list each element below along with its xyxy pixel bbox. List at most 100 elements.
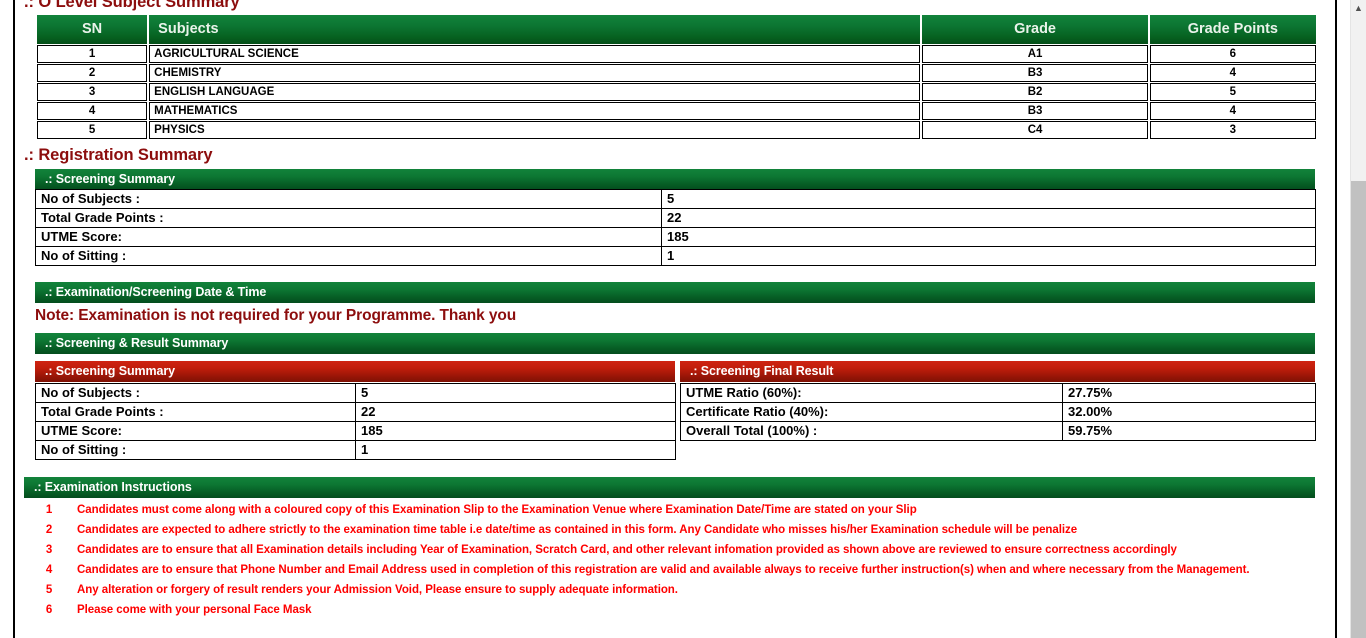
table-row: 4 MATHEMATICS B3 4: [37, 102, 1316, 120]
cell-subject: MATHEMATICS: [149, 102, 921, 120]
list-item: 4 Candidates are to ensure that Phone Nu…: [35, 560, 1315, 580]
olevel-section-title: .: O Level Subject Summary: [24, 0, 240, 11]
kv-value: 1: [355, 440, 676, 460]
instruction-text: Candidates are to ensure that Phone Numb…: [77, 564, 1250, 576]
cell-sn: 2: [37, 64, 148, 82]
screening-summary-result-table: No of Subjects : 5 Total Grade Points : …: [35, 383, 676, 460]
kv-value: 5: [355, 383, 676, 403]
cell-grade-points: 4: [1149, 64, 1316, 82]
scrollbar-thumb[interactable]: [1351, 181, 1366, 638]
cell-grade-points: 6: [1149, 45, 1316, 63]
cell-sn: 1: [37, 45, 148, 63]
kv-value: 27.75%: [1062, 383, 1316, 403]
cell-sn: 5: [37, 121, 148, 139]
cell-subject: ENGLISH LANGUAGE: [149, 83, 921, 101]
table-row: Overall Total (100%) : 59.75%: [680, 421, 1316, 441]
table-row: UTME Ratio (60%): 27.75%: [680, 383, 1316, 403]
screening-result-summary-bar: .: Screening & Result Summary: [35, 333, 1315, 354]
registration-summary-table: No of Subjects : 5 Total Grade Points : …: [35, 189, 1316, 266]
screening-final-result-header: .: Screening Final Result: [680, 361, 1315, 382]
table-row: UTME Score: 185: [35, 227, 1316, 247]
screening-final-result-table: UTME Ratio (60%): 27.75% Certificate Rat…: [680, 383, 1316, 441]
instruction-text: Candidates must come along with a colour…: [77, 504, 917, 516]
kv-label: No of Sitting :: [35, 246, 662, 266]
cell-grade: B3: [922, 102, 1148, 120]
table-row: 2 CHEMISTRY B3 4: [37, 64, 1316, 82]
list-item: 5 Any alteration or forgery of result re…: [35, 580, 1315, 600]
olevel-subject-table: SN Subjects Grade Grade Points 1 AGRICUL…: [35, 14, 1318, 140]
instruction-number: 3: [45, 544, 53, 556]
table-row: 5 PHYSICS C4 3: [37, 121, 1316, 139]
cell-sn: 4: [37, 102, 148, 120]
examination-instructions-list: 1 Candidates must come along with a colo…: [35, 500, 1315, 620]
instruction-number: 6: [45, 604, 53, 616]
instruction-text: Please come with your personal Face Mask: [77, 604, 312, 616]
table-header-row: SN Subjects Grade Grade Points: [37, 15, 1316, 44]
col-header-grade: Grade: [922, 15, 1148, 44]
table-row: Certificate Ratio (40%): 32.00%: [680, 402, 1316, 422]
table-row: Total Grade Points : 22: [35, 208, 1316, 228]
exam-date-bar: .: Examination/Screening Date & Time: [35, 282, 1315, 303]
kv-label: Certificate Ratio (40%):: [680, 402, 1063, 422]
instruction-number: 5: [45, 584, 53, 596]
kv-label: Total Grade Points :: [35, 402, 356, 422]
cell-grade-points: 4: [1149, 102, 1316, 120]
scroll-up-arrow-icon[interactable]: ▲: [1351, 0, 1366, 16]
instruction-text: Candidates are to ensure that all Examin…: [77, 544, 1177, 556]
table-row: UTME Score: 185: [35, 421, 676, 441]
instruction-number: 4: [45, 564, 53, 576]
col-header-grade-points: Grade Points: [1149, 15, 1316, 44]
kv-value: 22: [355, 402, 676, 422]
cell-grade: B2: [922, 83, 1148, 101]
table-row: 3 ENGLISH LANGUAGE B2 5: [37, 83, 1316, 101]
screening-summary-bar: .: Screening Summary: [35, 169, 1315, 190]
list-item: 2 Candidates are expected to adhere stri…: [35, 520, 1315, 540]
cell-grade: A1: [922, 45, 1148, 63]
table-row: No of Sitting : 1: [35, 246, 1316, 266]
table-row: No of Subjects : 5: [35, 189, 1316, 209]
kv-label: UTME Score:: [35, 227, 662, 247]
cell-subject: PHYSICS: [149, 121, 921, 139]
exam-slip-page: .: O Level Subject Summary SN Subjects G…: [0, 0, 1366, 638]
instruction-text: Any alteration or forgery of result rend…: [77, 584, 678, 596]
instruction-text: Candidates are expected to adhere strict…: [77, 524, 1078, 536]
table-row: No of Sitting : 1: [35, 440, 676, 460]
table-row: No of Subjects : 5: [35, 383, 676, 403]
cell-subject: CHEMISTRY: [149, 64, 921, 82]
cell-sn: 3: [37, 83, 148, 101]
cell-grade-points: 3: [1149, 121, 1316, 139]
kv-label: UTME Ratio (60%):: [680, 383, 1063, 403]
kv-value: 185: [355, 421, 676, 441]
kv-label: No of Sitting :: [35, 440, 356, 460]
kv-label: UTME Score:: [35, 421, 356, 441]
col-header-sn: SN: [37, 15, 148, 44]
table-row: Total Grade Points : 22: [35, 402, 676, 422]
kv-value: 185: [661, 227, 1316, 247]
content-inner: .: O Level Subject Summary SN Subjects G…: [15, 0, 1335, 638]
kv-value: 5: [661, 189, 1316, 209]
instruction-number: 2: [45, 524, 53, 536]
kv-label: No of Subjects :: [35, 383, 356, 403]
kv-value: 1: [661, 246, 1316, 266]
list-item: 6 Please come with your personal Face Ma…: [35, 600, 1315, 620]
table-row: 1 AGRICULTURAL SCIENCE A1 6: [37, 45, 1316, 63]
vertical-scrollbar[interactable]: ▲: [1350, 0, 1366, 638]
kv-value: 32.00%: [1062, 402, 1316, 422]
list-item: 1 Candidates must come along with a colo…: [35, 500, 1315, 520]
cell-grade: B3: [922, 64, 1148, 82]
screening-summary-red-header: .: Screening Summary: [35, 361, 675, 382]
col-header-subjects: Subjects: [149, 15, 921, 44]
kv-value: 22: [661, 208, 1316, 228]
kv-label: No of Subjects :: [35, 189, 662, 209]
registration-section-title: .: Registration Summary: [24, 146, 213, 164]
examination-instructions-bar: .: Examination Instructions: [24, 477, 1315, 498]
cell-grade: C4: [922, 121, 1148, 139]
cell-grade-points: 5: [1149, 83, 1316, 101]
exam-not-required-note: Note: Examination is not required for yo…: [35, 307, 517, 324]
kv-value: 59.75%: [1062, 421, 1316, 441]
instruction-number: 1: [45, 504, 53, 516]
content-frame: .: O Level Subject Summary SN Subjects G…: [13, 0, 1337, 638]
kv-label: Overall Total (100%) :: [680, 421, 1063, 441]
cell-subject: AGRICULTURAL SCIENCE: [149, 45, 921, 63]
kv-label: Total Grade Points :: [35, 208, 662, 228]
